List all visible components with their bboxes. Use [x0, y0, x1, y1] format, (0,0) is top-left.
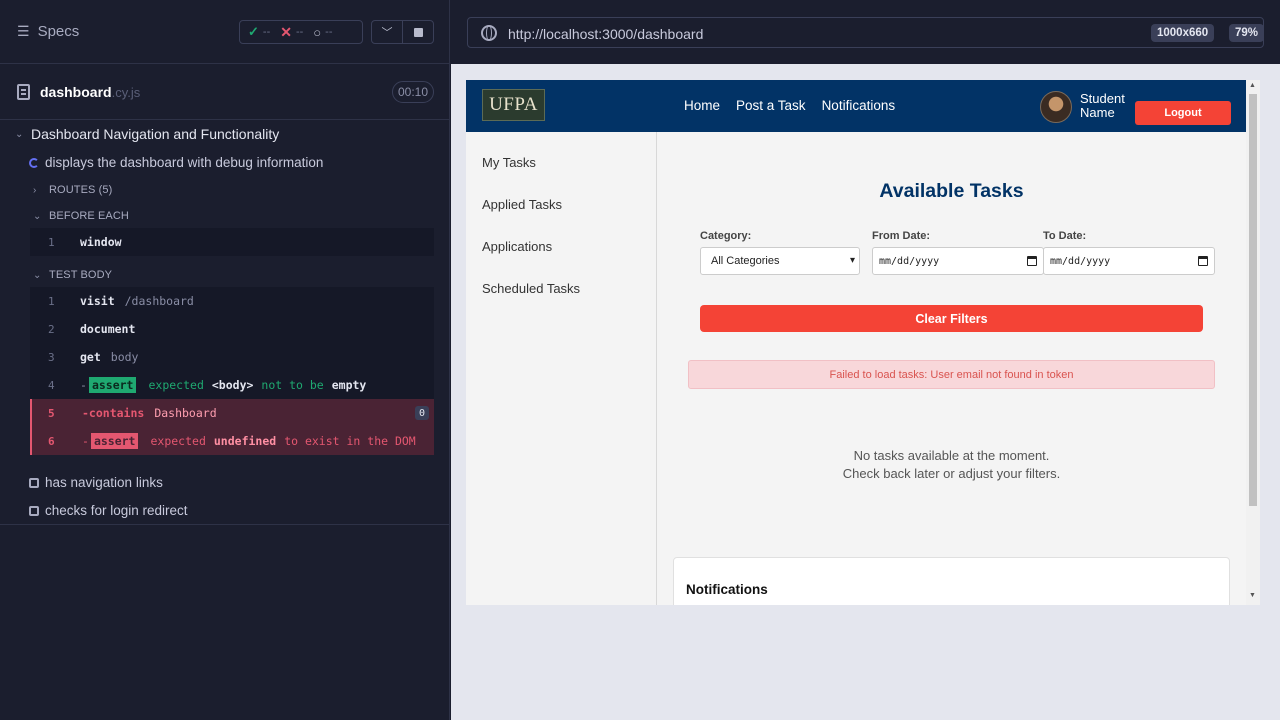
command-row-failed[interactable]: 5 -contains Dashboard 0	[30, 399, 434, 427]
spec-duration: 00:10	[392, 81, 434, 103]
sidebar-item-my-tasks[interactable]: My Tasks	[482, 155, 536, 170]
routes-toggle[interactable]: › ROUTES (5)	[33, 184, 112, 196]
category-select[interactable]: All Categories ▾	[700, 247, 860, 275]
sidebar-item-applications[interactable]: Applications	[482, 239, 552, 254]
before-each-hook[interactable]: ⌄ BEFORE EACH	[33, 210, 129, 222]
category-label: Category:	[700, 230, 752, 242]
pending-test[interactable]: has navigation links	[29, 475, 163, 490]
run-controls: ﹀	[371, 20, 434, 44]
command-row[interactable]: 2 document	[30, 315, 434, 343]
command-row[interactable]: 1 window	[30, 228, 434, 256]
check-icon: ✓	[248, 24, 259, 39]
chevron-down-icon: ⌄	[33, 210, 42, 222]
chevron-down-icon: ⌄	[33, 269, 42, 281]
pending-test[interactable]: checks for login redirect	[29, 503, 188, 518]
stop-button[interactable]	[403, 21, 433, 43]
sidebar-item-applied-tasks[interactable]: Applied Tasks	[482, 197, 562, 212]
assert-badge: assert	[88, 377, 137, 393]
command-row-failed[interactable]: 6 - assert expected undefined to exist i…	[30, 427, 434, 455]
nav-notifications-link[interactable]: Notifications	[822, 98, 896, 113]
running-spinner-icon	[29, 157, 39, 168]
notifications-title: Notifications	[686, 582, 768, 597]
calendar-icon[interactable]	[1198, 256, 1208, 266]
sidebar: My Tasks Applied Tasks Applications Sche…	[466, 132, 657, 605]
scroll-down-icon[interactable]: ▼	[1249, 592, 1256, 599]
zoom-level[interactable]: 79%	[1229, 24, 1265, 42]
sidebar-item-scheduled-tasks[interactable]: Scheduled Tasks	[482, 281, 580, 296]
chevron-down-icon: ▾	[849, 255, 855, 266]
circle-icon: ○	[313, 24, 322, 40]
command-row[interactable]: 3 get body	[30, 343, 434, 371]
url-box[interactable]: http://localhost:3000/dashboard 1000x660…	[467, 17, 1265, 48]
app-iframe: UFPA Home Post a Task Notifications Stud…	[466, 80, 1260, 605]
nav-links: Home Post a Task Notifications	[684, 98, 895, 113]
specs-label: Specs	[37, 23, 80, 40]
from-date-input[interactable]: mm/dd/yyyy	[872, 247, 1044, 275]
spec-file-row: dashboard.cy.js 00:10	[0, 64, 449, 120]
nav-home-link[interactable]: Home	[684, 98, 720, 113]
element-count-badge: 0	[415, 406, 429, 420]
reporter-header: ☰ Specs ✓ -- ✕ -- ○ -- ﹀	[0, 0, 449, 64]
user-name: Student Name	[1080, 91, 1125, 120]
pending-checkbox-icon	[29, 477, 39, 488]
to-date-input[interactable]: mm/dd/yyyy	[1043, 247, 1215, 275]
chevron-right-icon: ›	[33, 184, 37, 196]
viewport-size[interactable]: 1000x660	[1151, 24, 1215, 42]
from-date-label: From Date:	[872, 230, 931, 242]
chevron-down-icon: ⌄	[15, 128, 24, 140]
scroll-thumb[interactable]	[1249, 94, 1257, 506]
notifications-card: Notifications	[673, 557, 1230, 605]
scroll-up-icon[interactable]: ▲	[1249, 82, 1256, 89]
page-title: Available Tasks	[879, 180, 1024, 202]
assert-badge: assert	[90, 433, 139, 449]
spec-file-name[interactable]: dashboard.cy.js	[40, 84, 140, 100]
to-date-label: To Date:	[1043, 230, 1087, 242]
failed-stat: ✕ --	[280, 23, 304, 40]
nav-post-task-link[interactable]: Post a Task	[736, 98, 806, 113]
document-icon	[17, 84, 30, 100]
specs-button[interactable]: ☰ Specs	[17, 23, 79, 40]
stop-icon	[413, 27, 423, 37]
ufpa-logo[interactable]: UFPA	[482, 89, 545, 121]
test-body-hook[interactable]: ⌄ TEST BODY	[33, 269, 112, 281]
url-text[interactable]: http://localhost:3000/dashboard	[508, 26, 703, 42]
pending-stat: ○ --	[313, 24, 333, 40]
app-under-test-pane: http://localhost:3000/dashboard 1000x660…	[451, 0, 1280, 720]
menu-icon: ☰	[17, 23, 30, 39]
command-row-assert-passed[interactable]: 4 - assert expected <body> not to be emp…	[30, 371, 434, 399]
calendar-icon[interactable]	[1027, 256, 1037, 266]
logout-button[interactable]: Logout	[1135, 101, 1231, 125]
passed-stat: ✓ --	[248, 24, 271, 39]
command-row[interactable]: 1 visit /dashboard	[30, 287, 434, 315]
globe-icon	[481, 25, 497, 41]
pending-checkbox-icon	[29, 505, 39, 516]
collapse-button[interactable]: ﹀	[372, 21, 403, 43]
empty-state: No tasks available at the moment. Check …	[842, 448, 1061, 481]
test-stats: ✓ -- ✕ -- ○ --	[239, 20, 363, 44]
url-bar: http://localhost:3000/dashboard 1000x660…	[451, 0, 1280, 64]
scrollbar[interactable]: ▲ ▼	[1246, 80, 1260, 605]
error-message: Failed to load tasks: User email not fou…	[688, 360, 1215, 389]
cypress-reporter: ☰ Specs ✓ -- ✕ -- ○ -- ﹀ dashboard.cy.js 00…	[0, 0, 450, 720]
cross-icon: ✕	[280, 23, 292, 40]
test-running[interactable]: displays the dashboard with debug inform…	[29, 155, 323, 170]
avatar[interactable]	[1040, 91, 1072, 123]
suite-title[interactable]: ⌄ Dashboard Navigation and Functionality	[15, 126, 279, 142]
divider	[0, 524, 450, 525]
clear-filters-button[interactable]: Clear Filters	[700, 305, 1203, 332]
app-navbar: UFPA Home Post a Task Notifications Stud…	[466, 80, 1246, 132]
chevron-down-icon: ﹀	[381, 27, 393, 39]
